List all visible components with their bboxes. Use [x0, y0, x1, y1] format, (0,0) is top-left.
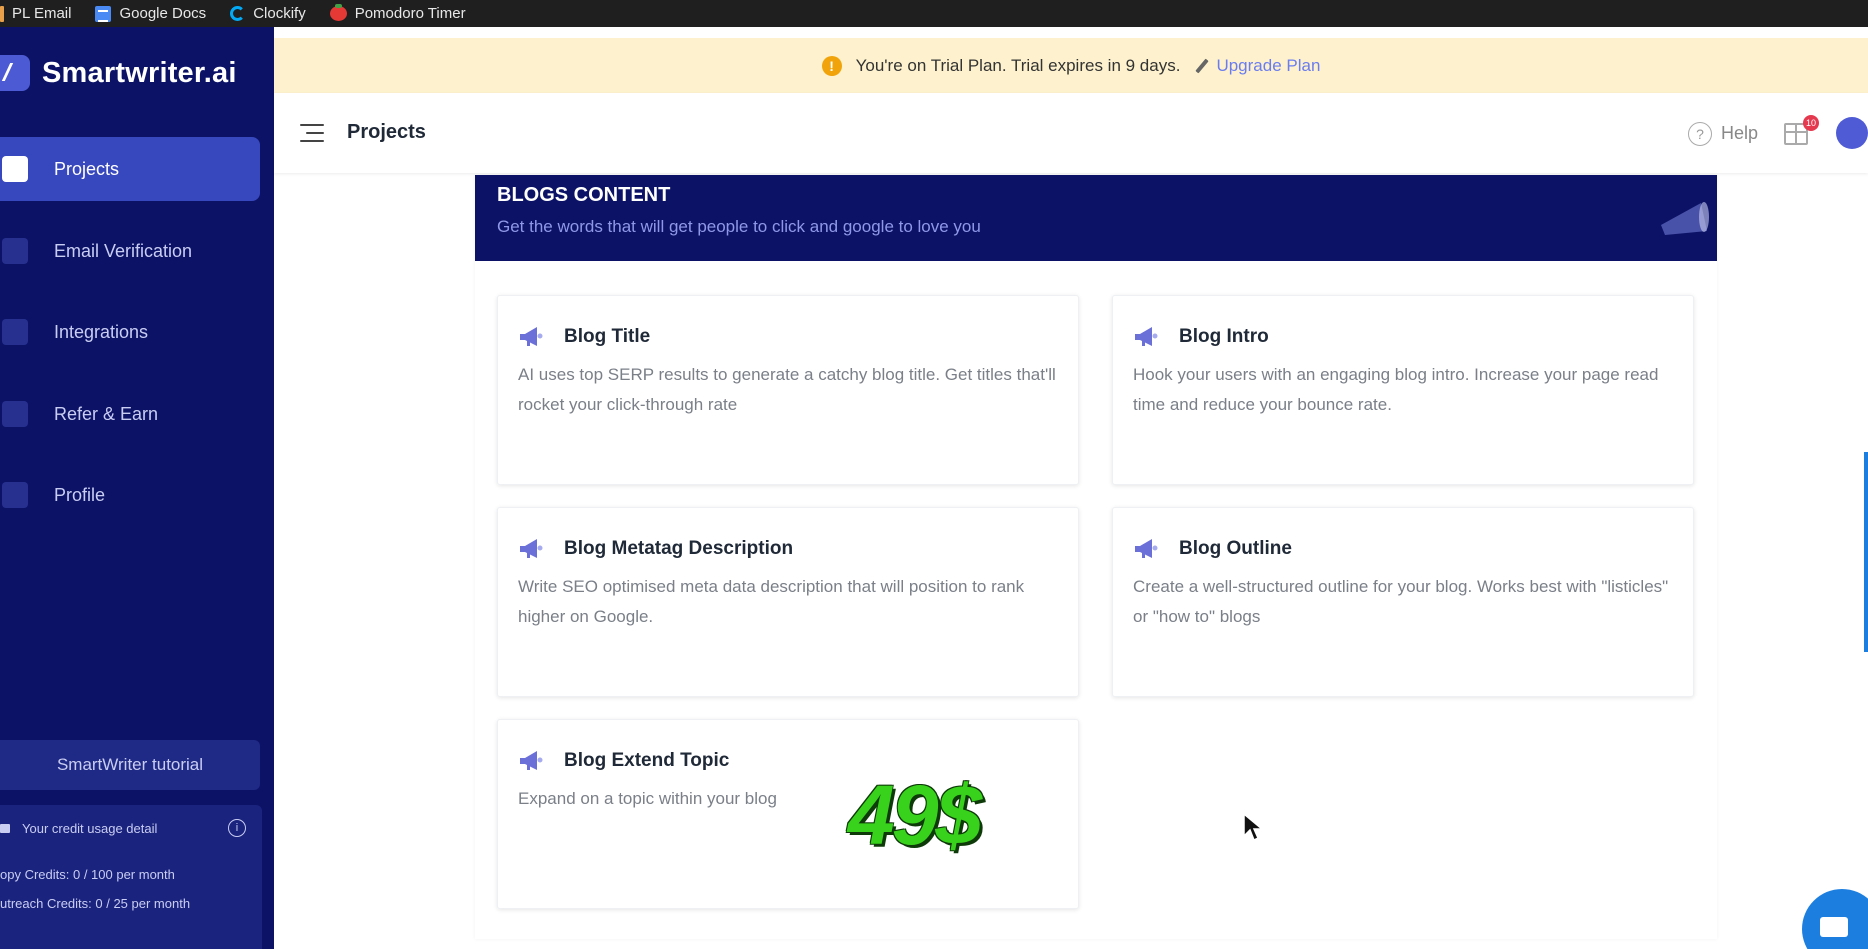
section-header: BLOGS CONTENT Get the words that will ge…: [475, 175, 1717, 261]
outreach-credits: utreach Credits: 0 / 25 per month: [0, 896, 191, 911]
bolt-icon: [2, 238, 28, 264]
megaphone-icon: [1135, 327, 1158, 346]
bookmark-label: PL Email: [12, 5, 72, 22]
sidebar-item-integrations[interactable]: Integrations: [0, 300, 260, 364]
clockify-icon: [230, 6, 246, 21]
chat-widget-button[interactable]: [1802, 889, 1868, 949]
pomodoro-timer-icon: [329, 4, 347, 21]
section-subtitle: Get the words that will get people to cl…: [497, 217, 981, 236]
gear-icon: [2, 319, 28, 345]
app-logo[interactable]: Smartwriter.ai: [0, 55, 237, 91]
card-description: AI uses top SERP results to generate a c…: [518, 365, 1056, 414]
sidebar-item-refer-earn[interactable]: Refer & Earn: [0, 382, 260, 446]
side-scroll-indicator: [1864, 452, 1868, 652]
menu-collapse-icon[interactable]: [300, 124, 324, 142]
pl-email-icon: [0, 5, 4, 22]
notification-badge: 10: [1803, 115, 1819, 131]
megaphone-icon: [1135, 539, 1158, 558]
sidebar-item-label: Projects: [54, 158, 120, 179]
credit-card-icon: [0, 824, 10, 833]
user-icon: [2, 482, 28, 508]
section-title: BLOGS CONTENT: [497, 184, 671, 206]
card-description: Hook your users with an engaging blog in…: [1133, 365, 1659, 414]
credit-usage-panel: Your credit usage detail i opy Credits: …: [0, 805, 262, 949]
price-overlay: 49$: [848, 768, 982, 862]
top-header: Projects ? Help 10: [274, 93, 1868, 173]
bookmark-clockify[interactable]: Clockify: [230, 0, 306, 27]
megaphone-icon: [1661, 202, 1709, 235]
card-description: Write SEO optimised meta data descriptio…: [518, 577, 1025, 626]
warning-icon: !: [821, 55, 842, 76]
trial-banner: ! You're on Trial Plan. Trial expires in…: [274, 38, 1868, 93]
megaphone-icon: [520, 751, 543, 770]
tutorial-button[interactable]: SmartWriter tutorial: [0, 740, 260, 790]
card-blog-title[interactable]: Blog Title AI uses top SERP results to g…: [497, 295, 1079, 485]
upgrade-plan-link[interactable]: Upgrade Plan: [1216, 56, 1320, 76]
sidebar-item-label: Email Verification: [54, 240, 193, 261]
folder-icon: [2, 156, 28, 182]
sidebar-item-label: Profile: [54, 484, 106, 505]
credit-usage-heading: Your credit usage detail: [0, 821, 157, 836]
sidebar-item-email-verification[interactable]: Email Verification: [0, 219, 260, 283]
card-blog-intro[interactable]: Blog Intro Hook your users with an engag…: [1112, 295, 1694, 485]
logo-feather-icon: [0, 55, 30, 91]
gift-card-icon: [2, 401, 28, 427]
bookmark-label: Clockify: [253, 5, 306, 22]
card-title: Blog Extend Topic: [564, 750, 730, 771]
sidebar-item-profile[interactable]: Profile: [0, 463, 260, 527]
megaphone-icon: [520, 539, 543, 558]
pen-icon: [1194, 58, 1210, 74]
sidebar-item-projects[interactable]: Projects: [0, 137, 260, 201]
bookmark-label: Google Docs: [119, 5, 207, 22]
help-link[interactable]: Help: [1721, 123, 1758, 144]
mouse-cursor-icon: [1243, 812, 1264, 842]
bookmark-label: Pomodoro Timer: [354, 5, 466, 22]
megaphone-icon: [520, 327, 543, 346]
bookmark-pl-email[interactable]: PL Email: [0, 0, 71, 27]
card-blog-outline[interactable]: Blog Outline Create a well-structured ou…: [1112, 507, 1694, 697]
card-blog-metatag-description[interactable]: Blog Metatag Description Write SEO optim…: [497, 507, 1079, 697]
logo-text: Smartwriter.ai: [42, 56, 237, 89]
info-icon[interactable]: i: [228, 819, 246, 837]
bookmarks-bar: PL Email Google Docs Clockify Pomodoro T…: [0, 0, 1868, 27]
card-blog-extend-topic[interactable]: Blog Extend Topic Expand on a topic with…: [497, 719, 1079, 909]
sidebar-item-label: Integrations: [54, 321, 149, 342]
card-title: Blog Intro: [1179, 326, 1269, 347]
bookmark-pomodoro-timer[interactable]: Pomodoro Timer: [329, 0, 466, 27]
card-title: Blog Outline: [1179, 538, 1292, 559]
card-description: Create a well-structured outline for you…: [1133, 577, 1669, 626]
blogs-content-panel: BLOGS CONTENT Get the words that will ge…: [475, 175, 1717, 939]
card-title: Blog Metatag Description: [564, 538, 794, 559]
card-title: Blog Title: [564, 326, 651, 347]
sidebar: Smartwriter.ai Projects Email Verificati…: [0, 27, 274, 949]
help-icon[interactable]: ?: [1688, 122, 1712, 146]
sidebar-item-label: Refer & Earn: [54, 403, 159, 424]
bookmark-google-docs[interactable]: Google Docs: [95, 0, 206, 27]
google-docs-icon: [95, 5, 112, 22]
credit-usage-label: Your credit usage detail: [22, 821, 158, 836]
page-title: Projects: [347, 121, 426, 143]
trial-message: You're on Trial Plan. Trial expires in 9…: [855, 55, 1181, 75]
avatar[interactable]: [1836, 117, 1868, 149]
copy-credits: opy Credits: 0 / 100 per month: [0, 867, 175, 882]
